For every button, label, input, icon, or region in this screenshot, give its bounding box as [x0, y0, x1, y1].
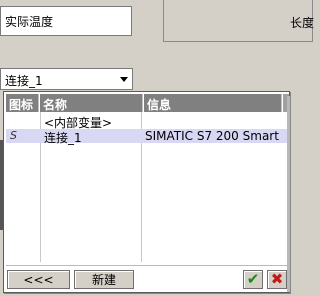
new-connection-button[interactable]: 新建	[74, 270, 134, 289]
connection-dropdown: 图标 名称 信息 <内部变量> S 连接_1 SIMATIC S7 200 Sm…	[3, 91, 290, 293]
chevron-down-icon[interactable]	[115, 69, 132, 89]
footer-divider	[6, 265, 288, 266]
confirm-button[interactable]: ✔	[243, 270, 263, 289]
right-panel: 长度	[163, 0, 314, 42]
length-label: 长度	[289, 16, 314, 30]
cancel-button[interactable]: ✖	[267, 270, 287, 289]
vertical-scrollbar[interactable]	[287, 96, 290, 292]
list-item[interactable]: <内部变量>	[6, 114, 288, 130]
connection-combo[interactable]: 连接_1	[0, 68, 133, 90]
tag-name-field[interactable]: 实际温度	[0, 6, 132, 36]
row-info: SIMATIC S7 200 Smart	[145, 129, 279, 143]
row-name: 连接_1	[44, 131, 82, 145]
connection-combo-value: 连接_1	[5, 74, 43, 88]
check-icon: ✔	[246, 270, 260, 288]
previous-button[interactable]: <<<	[7, 270, 70, 289]
s7-connection-icon: S	[10, 129, 17, 142]
column-header-icon[interactable]: 图标	[6, 94, 39, 112]
x-icon: ✖	[270, 270, 284, 288]
list-item-selected[interactable]: S 连接_1 SIMATIC S7 200 Smart	[6, 129, 288, 145]
column-header-name[interactable]: 名称	[40, 94, 143, 112]
column-header-info[interactable]: 信息	[144, 94, 282, 112]
